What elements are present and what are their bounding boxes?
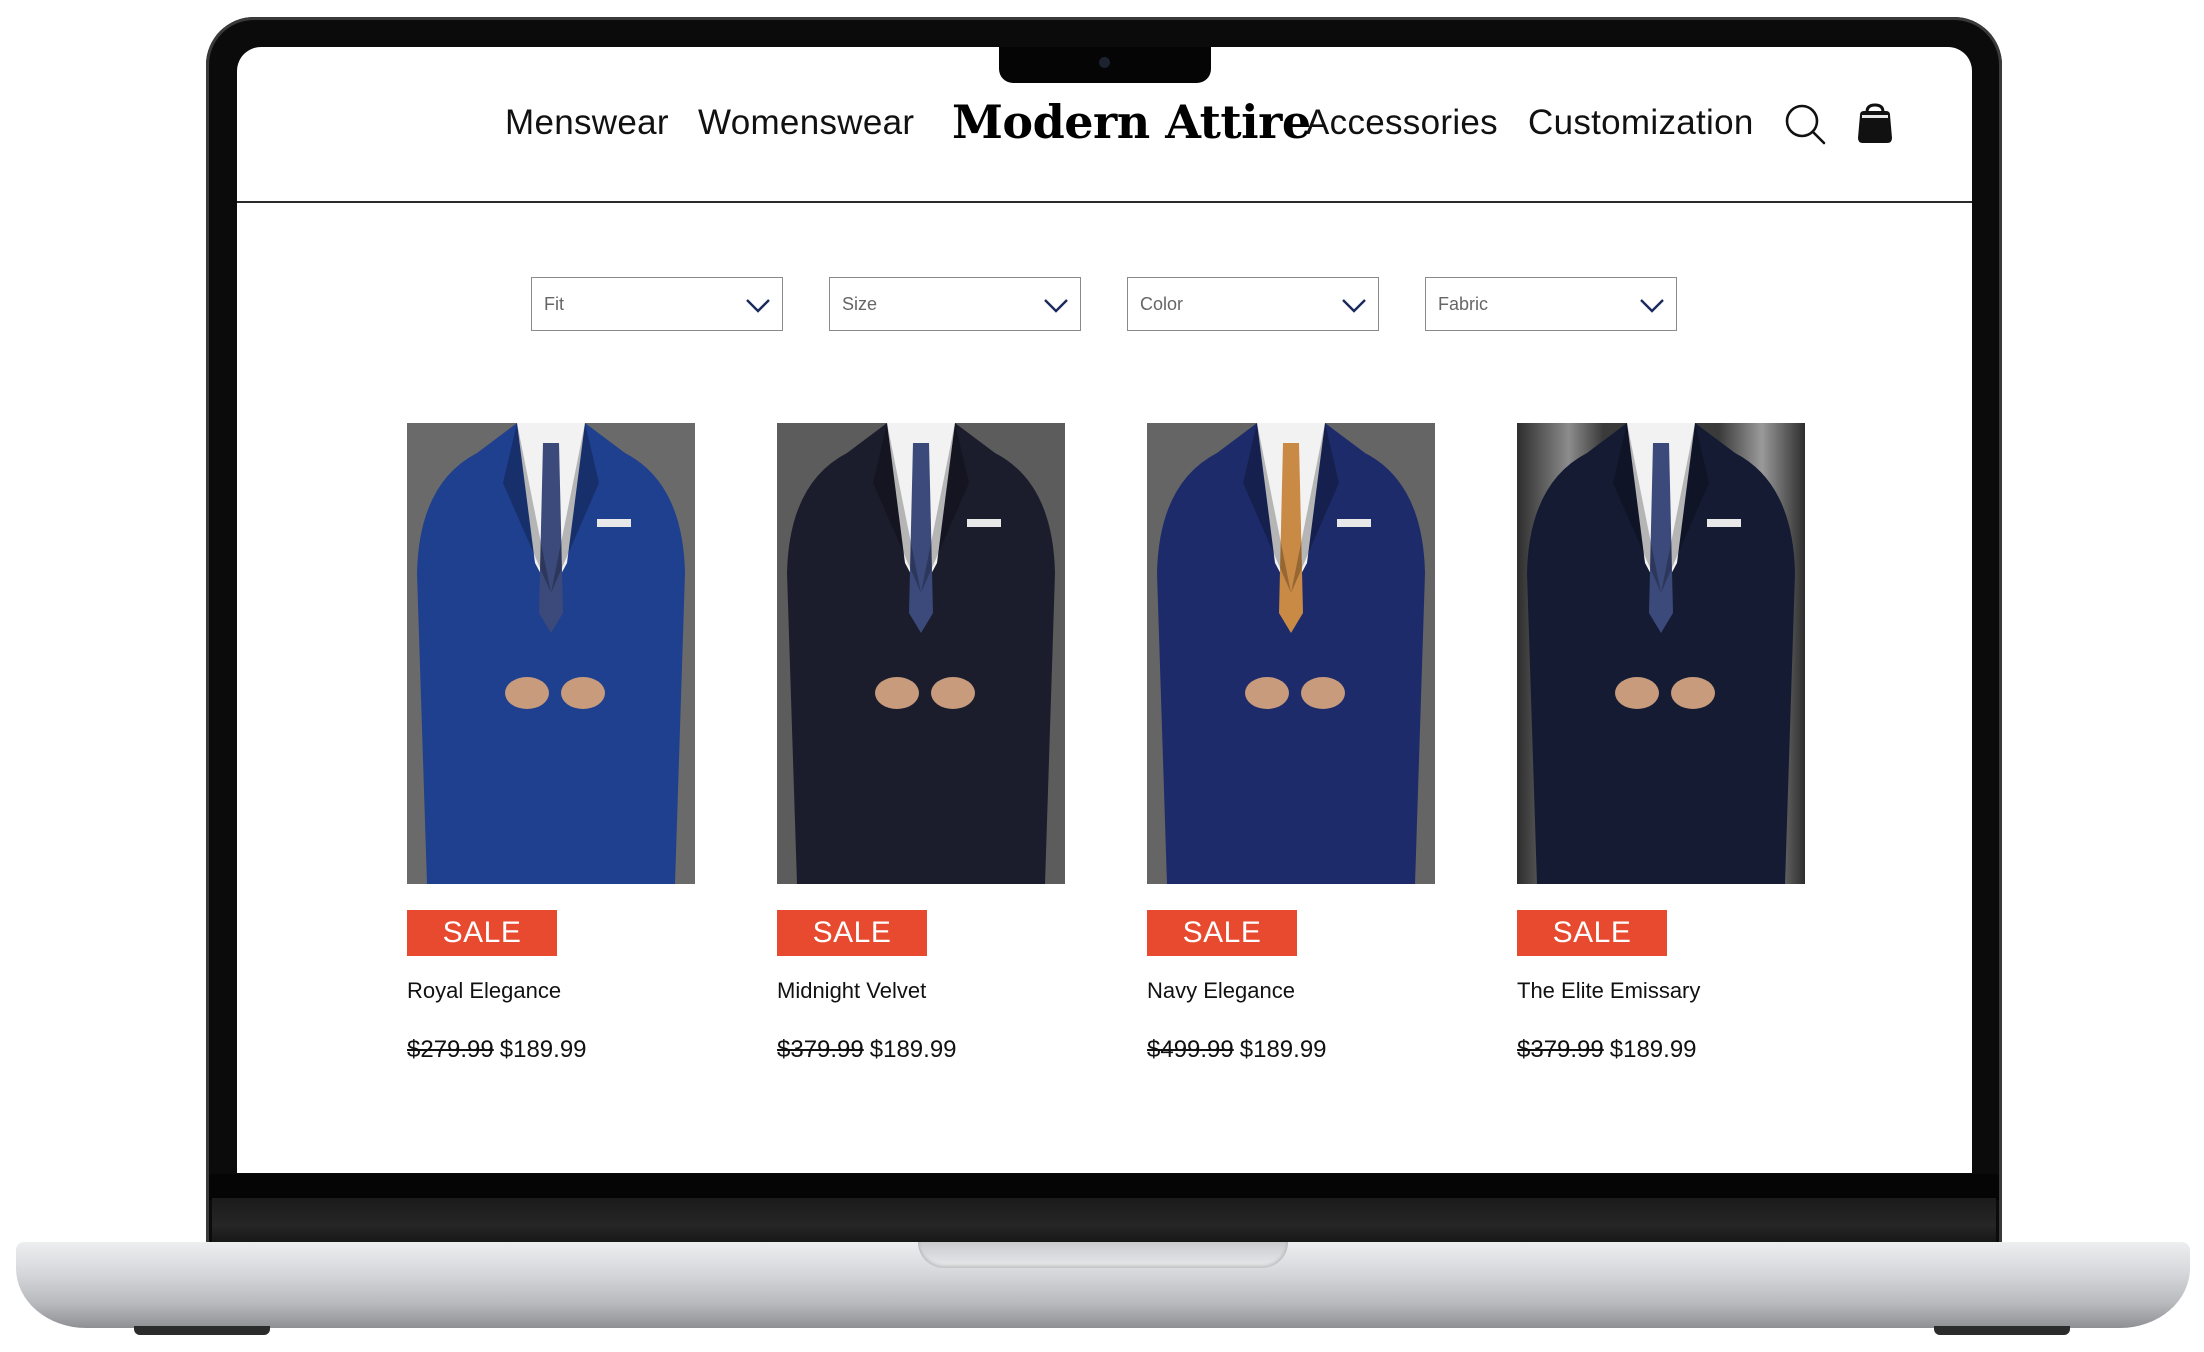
suit-illustration bbox=[1157, 423, 1425, 884]
browser-screen: Menswear Womenswear Modern Attire Access… bbox=[237, 47, 1972, 1173]
suit-illustration bbox=[1527, 423, 1795, 884]
product-name[interactable]: Navy Elegance bbox=[1147, 978, 1435, 1004]
original-price: $499.99 bbox=[1147, 1036, 1234, 1063]
laptop-bezel bbox=[209, 1174, 1999, 1200]
left-hand bbox=[875, 677, 919, 709]
necktie bbox=[1649, 443, 1673, 633]
sale-badge: SALE bbox=[777, 910, 927, 956]
pocket-square bbox=[1707, 519, 1741, 527]
search-icon[interactable] bbox=[1783, 102, 1827, 146]
chevron-down-icon bbox=[1342, 299, 1366, 313]
camera-notch bbox=[999, 47, 1211, 83]
filter-fabric-dropdown[interactable]: Fabric bbox=[1425, 277, 1677, 331]
original-price: $279.99 bbox=[407, 1036, 494, 1063]
product-photo[interactable] bbox=[1147, 423, 1435, 884]
sale-badge: SALE bbox=[1147, 910, 1297, 956]
pocket-square bbox=[597, 519, 631, 527]
header-divider bbox=[237, 201, 1972, 203]
right-hand bbox=[561, 677, 605, 709]
filter-size-label: Size bbox=[842, 294, 878, 314]
product-name[interactable]: Midnight Velvet bbox=[777, 978, 1065, 1004]
necktie bbox=[909, 443, 933, 633]
laptop-foot-right bbox=[1934, 1326, 2070, 1335]
product-price: $379.99 $189.99 bbox=[777, 1036, 1065, 1064]
right-hand bbox=[1671, 677, 1715, 709]
nav-menswear[interactable]: Menswear bbox=[505, 103, 669, 143]
chevron-down-icon bbox=[1640, 299, 1664, 313]
left-hand bbox=[505, 677, 549, 709]
original-price: $379.99 bbox=[777, 1036, 864, 1063]
brand-logo[interactable]: Modern Attire bbox=[952, 95, 1311, 149]
camera-icon bbox=[1099, 57, 1110, 68]
product-card[interactable]: SALE Royal Elegance $279.99 $189.99 bbox=[407, 423, 695, 1064]
right-hand bbox=[931, 677, 975, 709]
suit-illustration bbox=[787, 423, 1055, 884]
filter-fit-dropdown[interactable]: Fit bbox=[531, 277, 783, 331]
sale-badge: SALE bbox=[407, 910, 557, 956]
product-name[interactable]: The Elite Emissary bbox=[1517, 978, 1805, 1004]
filter-color-dropdown[interactable]: Color bbox=[1127, 277, 1379, 331]
left-hand bbox=[1245, 677, 1289, 709]
product-price: $279.99 $189.99 bbox=[407, 1036, 695, 1064]
suit-illustration bbox=[417, 423, 685, 884]
product-photo[interactable] bbox=[407, 423, 695, 884]
product-name[interactable]: Royal Elegance bbox=[407, 978, 695, 1004]
nav-accessories[interactable]: Accessories bbox=[1306, 103, 1498, 143]
sale-price: $189.99 bbox=[869, 1036, 957, 1063]
shopping-bag-icon[interactable] bbox=[1855, 102, 1895, 146]
sale-price: $189.99 bbox=[1239, 1036, 1327, 1063]
filter-size-dropdown[interactable]: Size bbox=[829, 277, 1081, 331]
necktie bbox=[539, 443, 563, 633]
pocket-square bbox=[1337, 519, 1371, 527]
sale-badge: SALE bbox=[1517, 910, 1667, 956]
chevron-down-icon bbox=[1044, 299, 1068, 313]
right-hand bbox=[1301, 677, 1345, 709]
product-photo[interactable] bbox=[777, 423, 1065, 884]
laptop-foot-left bbox=[134, 1326, 270, 1335]
product-card[interactable]: SALE Midnight Velvet $379.99 $189.99 bbox=[777, 423, 1065, 1064]
left-hand bbox=[1615, 677, 1659, 709]
nav-womenswear[interactable]: Womenswear bbox=[698, 103, 914, 143]
product-card[interactable]: SALE The Elite Emissary $379.99 $189.99 bbox=[1517, 423, 1805, 1064]
laptop-hinge bbox=[212, 1198, 1996, 1244]
sale-price: $189.99 bbox=[1609, 1036, 1697, 1063]
filter-fabric-label: Fabric bbox=[1438, 294, 1489, 314]
product-card[interactable]: SALE Navy Elegance $499.99 $189.99 bbox=[1147, 423, 1435, 1064]
sale-price: $189.99 bbox=[499, 1036, 587, 1063]
product-photo[interactable] bbox=[1517, 423, 1805, 884]
pocket-square bbox=[967, 519, 1001, 527]
necktie bbox=[1279, 443, 1303, 633]
chevron-down-icon bbox=[746, 299, 770, 313]
original-price: $379.99 bbox=[1517, 1036, 1604, 1063]
product-price: $499.99 $189.99 bbox=[1147, 1036, 1435, 1064]
laptop-lip-cutout bbox=[918, 1242, 1288, 1268]
product-price: $379.99 $189.99 bbox=[1517, 1036, 1805, 1064]
filter-color-label: Color bbox=[1140, 294, 1184, 314]
nav-customization[interactable]: Customization bbox=[1528, 103, 1754, 143]
filter-fit-label: Fit bbox=[544, 294, 564, 314]
